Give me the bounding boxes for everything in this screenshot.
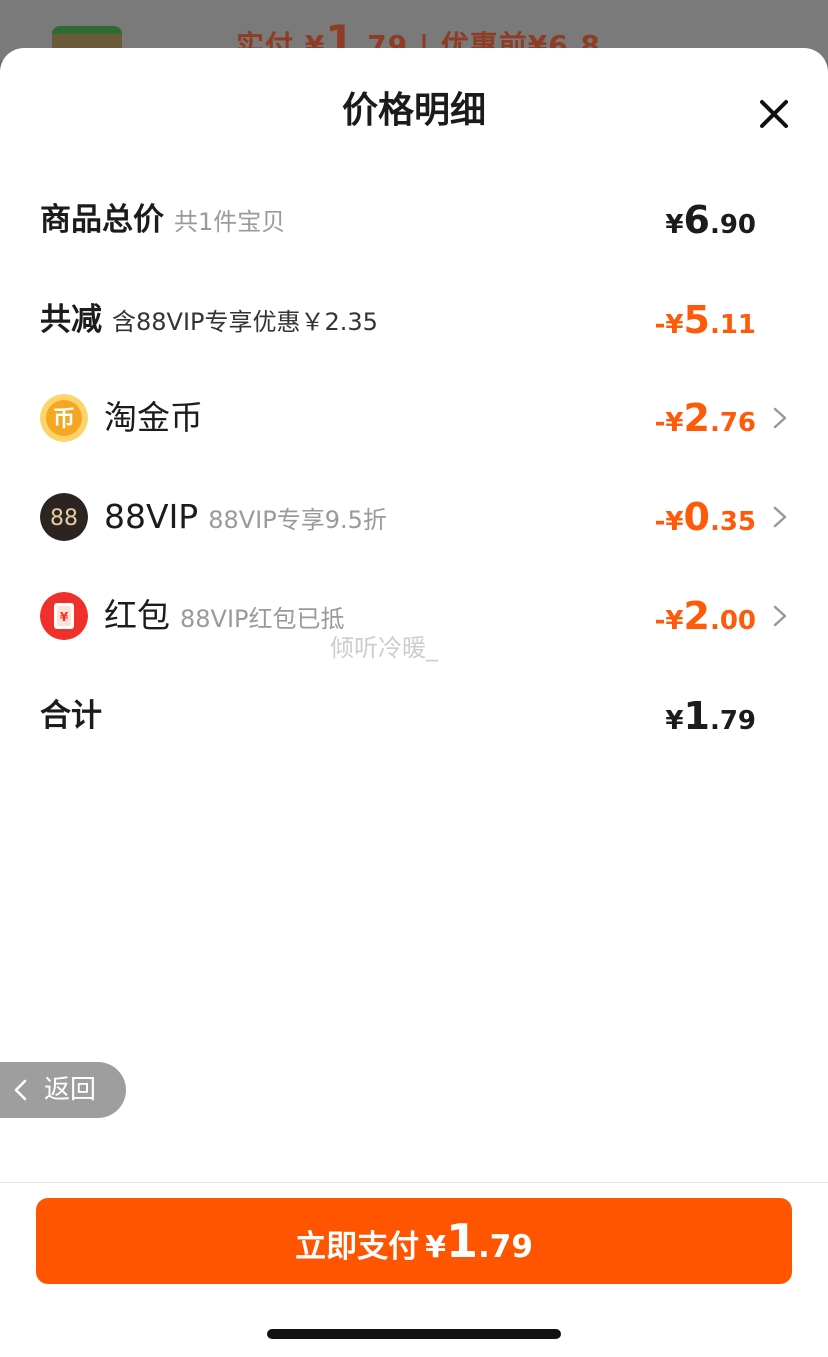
chevron-right-icon	[773, 506, 787, 528]
chevron-right-icon	[773, 605, 787, 627]
item-total-label: 商品总价	[40, 202, 164, 238]
back-label: 返回	[44, 1075, 97, 1105]
close-button[interactable]	[752, 92, 796, 136]
chevron-right-icon	[773, 407, 787, 429]
red-packet-note: 88VIP红包已抵	[180, 605, 345, 633]
svg-text:88: 88	[50, 506, 78, 531]
footer-divider	[0, 1182, 828, 1183]
chevron-left-icon	[14, 1079, 27, 1101]
svg-text:币: 币	[53, 407, 75, 432]
taojinbi-label: 淘金币	[104, 398, 203, 437]
row-sum: 合计 ¥1.79	[0, 681, 828, 751]
svg-text:¥: ¥	[60, 610, 69, 624]
sum-label: 合计	[40, 698, 102, 734]
watermark-text: 倾听冷暖_	[330, 634, 438, 662]
vip-note: 88VIP专享9.5折	[208, 506, 387, 534]
back-button[interactable]: 返回	[0, 1062, 126, 1118]
sheet-title: 价格明细	[341, 90, 486, 131]
sum-amount: ¥1.79	[665, 694, 756, 738]
coin-icon: 币	[40, 394, 88, 442]
red-packet-icon: ¥	[40, 592, 88, 640]
price-detail-sheet: 价格明细 商品总价 共1件宝贝 ¥6.90 共减 含88VIP专享优惠￥2.35 -…	[0, 48, 828, 1357]
reduction-note: 含88VIP专享优惠￥2.35	[112, 308, 378, 336]
home-indicator[interactable]	[267, 1329, 561, 1339]
close-icon	[760, 100, 788, 128]
red-packet-label: 红包	[104, 596, 170, 635]
vip-amount: -¥0.35	[654, 495, 756, 539]
row-taojinbi[interactable]: 币 淘金币 -¥2.76	[0, 383, 828, 453]
row-item-total: 商品总价 共1件宝贝 ¥6.90	[0, 185, 828, 255]
pay-now-button[interactable]: 立即支付 ¥1.79	[36, 1198, 792, 1284]
item-total-amount: ¥6.90	[665, 198, 756, 242]
item-count: 共1件宝贝	[174, 208, 286, 236]
taojinbi-amount: -¥2.76	[654, 396, 756, 440]
reduction-label: 共减	[40, 302, 102, 338]
red-packet-amount: -¥2.00	[654, 594, 756, 638]
row-88vip[interactable]: 88 88VIP 88VIP专享9.5折 -¥0.35	[0, 482, 828, 552]
vip-label: 88VIP	[104, 497, 199, 536]
vip88-icon: 88	[40, 493, 88, 541]
reduction-amount: -¥5.11	[654, 298, 756, 342]
row-total-reduction: 共减 含88VIP专享优惠￥2.35 -¥5.11	[0, 285, 828, 355]
